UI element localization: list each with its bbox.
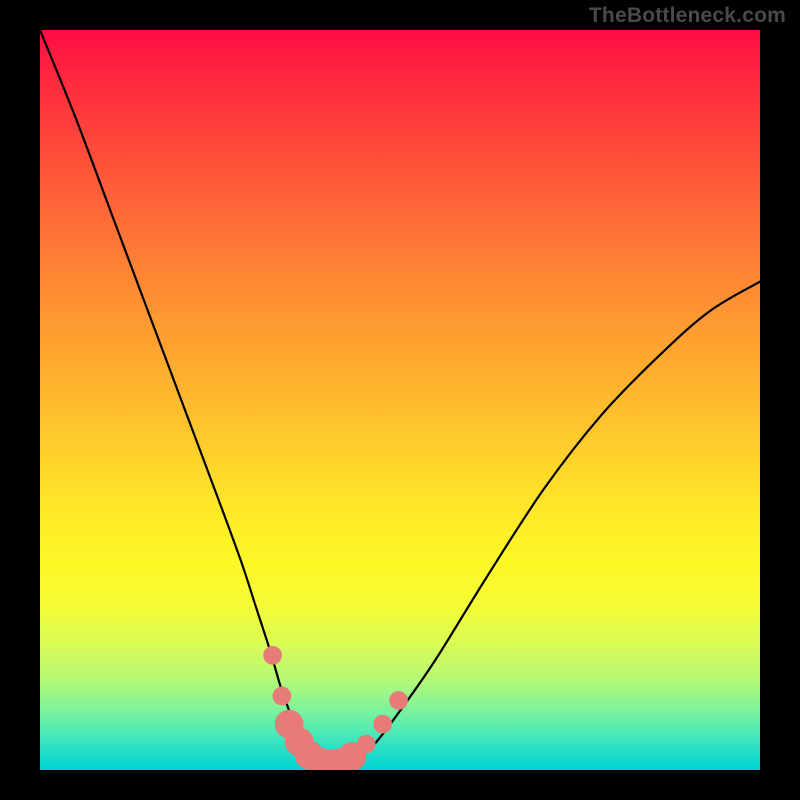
marker-point xyxy=(389,691,408,710)
chart-svg-layer xyxy=(40,30,760,770)
marker-point xyxy=(357,735,376,754)
highlight-markers xyxy=(263,646,408,770)
marker-point xyxy=(263,646,282,665)
plot-area xyxy=(40,30,760,770)
chart-frame: TheBottleneck.com xyxy=(0,0,800,800)
marker-point xyxy=(373,715,392,734)
watermark-text: TheBottleneck.com xyxy=(589,4,786,28)
bottleneck-curve xyxy=(40,30,760,770)
marker-point xyxy=(273,687,292,706)
